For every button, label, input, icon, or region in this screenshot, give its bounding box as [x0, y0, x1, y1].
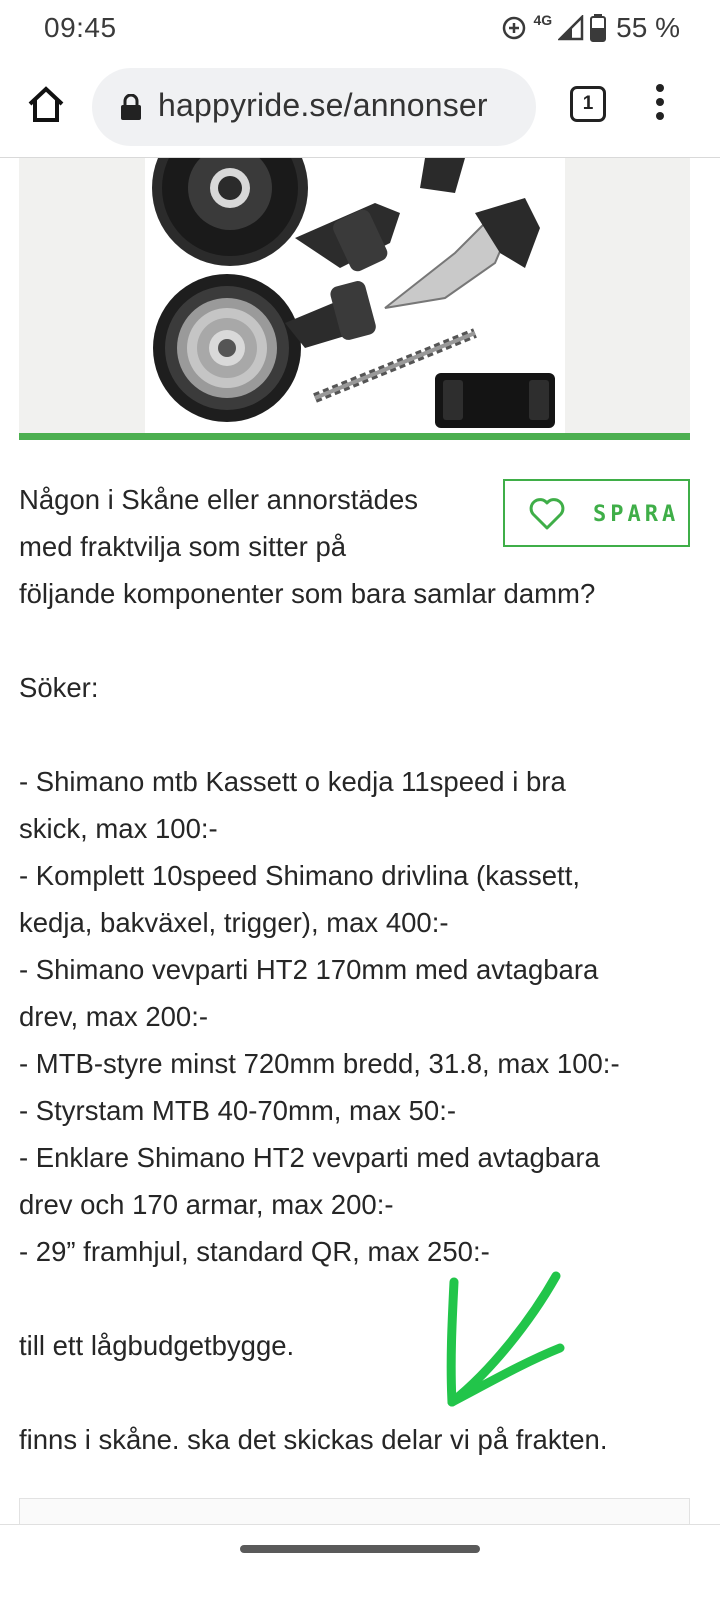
heart-icon	[529, 498, 565, 530]
gesture-handle[interactable]	[240, 1545, 480, 1553]
wanted-item-line: drev, max 200:-	[19, 1001, 209, 1032]
listing-image[interactable]	[19, 158, 690, 433]
battery-icon	[590, 14, 607, 42]
chainring-graphic	[152, 158, 308, 266]
signal-icon	[558, 15, 584, 41]
product-photo	[145, 158, 565, 433]
status-indicators: 4G 55 %	[501, 12, 680, 44]
location-note: finns i skåne. ska det skickas delar vi …	[19, 1424, 608, 1455]
wanted-item-line: - Shimano mtb Kassett o kedja 11speed i …	[19, 766, 566, 797]
status-bar: 09:45 4G 55 %	[0, 0, 720, 56]
system-navigation-bar	[0, 1525, 720, 1600]
menu-dot	[656, 112, 664, 120]
intro-line: med fraktvilja som sitter på	[19, 531, 347, 562]
data-saver-icon	[503, 16, 526, 40]
home-icon	[28, 86, 64, 122]
save-button[interactable]: SPARA	[503, 479, 690, 547]
menu-dot	[656, 84, 664, 92]
wanted-item-line: - 29” framhjul, standard QR, max 250:-	[19, 1236, 490, 1267]
network-type: 4G	[533, 12, 553, 28]
purpose-line: till ett lågbudgetbygge.	[19, 1330, 295, 1361]
status-time: 09:45	[44, 12, 117, 43]
home-button[interactable]	[24, 82, 68, 126]
url-text: happyride.se/annonser	[158, 87, 488, 123]
intro-line: följande komponenter som bara samlar dam…	[19, 578, 596, 609]
wanted-item-line: skick, max 100:-	[19, 813, 218, 844]
overflow-menu-icon[interactable]	[652, 84, 668, 128]
intro-line: Någon i Skåne eller annorstädes	[19, 484, 419, 515]
wanted-item-line: - MTB-styre minst 720mm bredd, 31.8, max…	[19, 1048, 620, 1079]
bottom-bracket-graphic	[435, 373, 555, 428]
address-bar[interactable]: happyride.se/annonser	[92, 68, 536, 146]
shifter-graphic	[285, 203, 400, 348]
save-label: SPARA	[593, 502, 680, 527]
annotation-arrow-icon	[446, 1271, 565, 1407]
derailleur-graphic	[384, 158, 540, 309]
wanted-item-line: kedja, bakväxel, trigger), max 400:-	[19, 907, 449, 938]
search-heading: Söker:	[19, 672, 99, 703]
cassette-graphic	[153, 274, 301, 422]
menu-dot	[656, 98, 664, 106]
wanted-item-line: - Shimano vevparti HT2 170mm med avtagba…	[19, 954, 599, 985]
wanted-item-line: - Komplett 10speed Shimano drivlina (kas…	[19, 860, 580, 891]
tab-switcher-icon[interactable]: 1	[570, 86, 606, 122]
drivetrain-illustration	[152, 158, 555, 428]
image-divider	[19, 433, 690, 440]
wanted-item-line: drev och 170 armar, max 200:-	[19, 1189, 394, 1220]
lock-icon	[121, 94, 141, 120]
battery-level: 55 %	[616, 12, 680, 43]
browser-toolbar: happyride.se/annonser 1	[0, 56, 720, 158]
wanted-item-line: - Styrstam MTB 40-70mm, max 50:-	[19, 1095, 457, 1126]
wanted-item-line: - Enklare Shimano HT2 vevparti med avtag…	[19, 1142, 600, 1173]
